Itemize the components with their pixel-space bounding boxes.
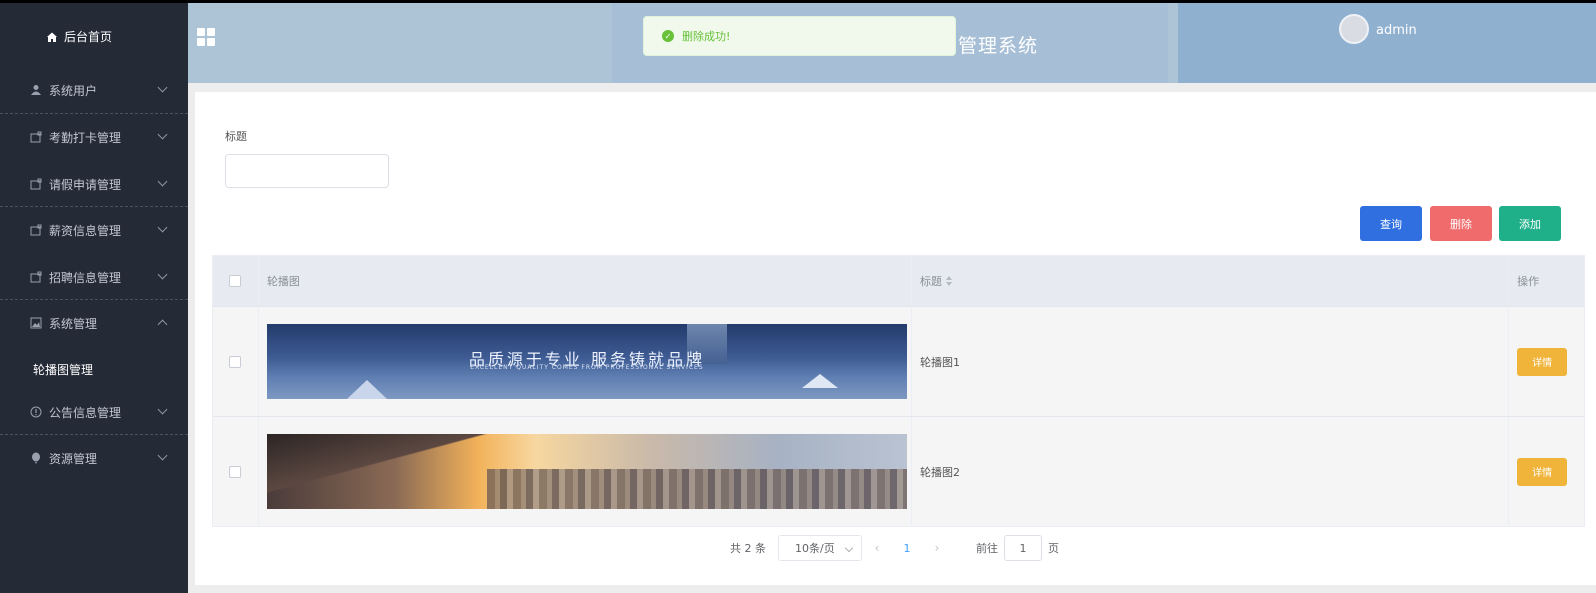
folder-icon — [29, 177, 43, 191]
sidebar-item-label: 考勤打卡管理 — [49, 130, 122, 145]
detail-button[interactable]: 详情 — [1517, 457, 1568, 486]
username[interactable]: admin — [1376, 23, 1417, 38]
sidebar: 后台首页 系统用户 考勤打卡管理 请假申请管理 薪资信息管理 招聘信息管理 系统… — [0, 3, 188, 593]
row-checkbox[interactable] — [229, 465, 242, 478]
sidebar-item-salary[interactable]: 薪资信息管理 — [0, 207, 188, 253]
next-page-icon[interactable]: › — [922, 541, 952, 555]
header-right — [1178, 3, 1596, 83]
row-action-cell: 详情 — [1509, 307, 1584, 416]
success-toast: ✓ 删除成功! — [643, 16, 956, 56]
sidebar-item-notice[interactable]: 公告信息管理 — [0, 389, 188, 435]
sidebar-item-label: 系统用户 — [49, 83, 98, 98]
banner-subtitle: EXCELLENT QUALITY COMES FROM PROFESSIONA… — [470, 364, 704, 371]
row-title: 轮播图1 — [912, 307, 1510, 416]
banner-image: 品质源于专业 服务铸就品牌 EXCELLENT QUALITY COMES FR… — [266, 324, 907, 399]
pagination: 共 2 条 10条/页 ‹ 1 › 前往 1 页 — [730, 534, 1059, 562]
folder-icon — [29, 270, 43, 284]
sidebar-item-attendance[interactable]: 考勤打卡管理 — [0, 114, 188, 160]
menu-toggle-icon[interactable] — [197, 28, 215, 46]
image-icon — [29, 316, 43, 330]
info-icon — [29, 405, 43, 419]
sidebar-item-system-manage[interactable]: 系统管理 — [0, 300, 188, 346]
check-circle-icon: ✓ — [662, 30, 674, 42]
folder-icon — [29, 223, 43, 237]
title-filter-label: 标题 — [225, 130, 247, 143]
chevron-down-icon — [157, 450, 168, 461]
chevron-down-icon — [157, 82, 168, 93]
sidebar-item-recruit[interactable]: 招聘信息管理 — [0, 254, 188, 300]
banner-decoration — [486, 469, 907, 509]
select-all-checkbox[interactable] — [229, 275, 242, 287]
header-checkbox-cell — [213, 256, 259, 306]
banner-decoration — [346, 380, 387, 399]
banner-cell: 品质源于专业 服务铸就品牌 EXCELLENT QUALITY COMES FR… — [259, 307, 912, 416]
sidebar-item-system-user[interactable]: 系统用户 — [0, 67, 188, 113]
sidebar-item-label: 薪资信息管理 — [49, 223, 122, 238]
sidebar-home[interactable]: 后台首页 — [46, 28, 112, 45]
table-row: 品质源于专业 服务铸就品牌 EXCELLENT QUALITY COMES FR… — [213, 306, 1584, 416]
pagination-total: 共 2 条 — [730, 542, 766, 555]
row-checkbox-cell — [213, 307, 259, 416]
banner-decoration — [801, 374, 838, 388]
header-banner-col: 轮播图 — [259, 256, 912, 306]
chevron-down-icon — [157, 129, 168, 140]
banner-cell — [259, 417, 912, 526]
title-filter-input[interactable] — [225, 154, 389, 188]
row-checkbox[interactable] — [229, 355, 242, 368]
sidebar-item-label: 请假申请管理 — [49, 177, 122, 192]
sidebar-item-label: 系统管理 — [49, 316, 98, 331]
sidebar-item-label: 公告信息管理 — [49, 405, 122, 420]
sort-icon[interactable] — [945, 276, 952, 286]
sidebar-item-resource[interactable]: 资源管理 — [0, 435, 188, 481]
chevron-down-icon — [157, 404, 168, 415]
table-row: 轮播图2 详情 — [213, 416, 1584, 526]
page-number[interactable]: 1 — [892, 542, 922, 555]
sidebar-subitem-banner[interactable]: 轮播图管理 — [33, 361, 93, 378]
app-root: 后台首页 系统用户 考勤打卡管理 请假申请管理 薪资信息管理 招聘信息管理 系统… — [0, 0, 1596, 593]
home-icon — [47, 32, 57, 42]
toast-message: 删除成功! — [682, 30, 731, 43]
folder-icon — [29, 130, 43, 144]
page-size-select[interactable]: 10条/页 — [778, 535, 862, 561]
sidebar-home-label: 后台首页 — [64, 30, 113, 44]
system-title: 管理系统 — [958, 35, 1039, 57]
prev-page-icon[interactable]: ‹ — [862, 541, 892, 555]
row-checkbox-cell — [213, 417, 259, 526]
add-button[interactable]: 添加 — [1499, 206, 1561, 241]
avatar[interactable] — [1339, 14, 1369, 44]
chevron-down-icon — [157, 222, 168, 233]
goto-suffix: 页 — [1048, 542, 1059, 555]
sidebar-item-leave[interactable]: 请假申请管理 — [0, 161, 188, 207]
goto-page-input[interactable]: 1 — [1004, 535, 1042, 561]
header-title-label: 标题 — [919, 275, 942, 288]
delete-button[interactable]: 删除 — [1430, 206, 1492, 241]
query-button[interactable]: 查询 — [1360, 206, 1422, 241]
chevron-down-icon — [157, 176, 168, 187]
banner-table: 轮播图 标题 操作 品质源于专业 服务铸就品牌 EXCELLENT QUALIT… — [212, 255, 1585, 527]
chevron-up-icon — [157, 319, 168, 330]
chevron-down-icon — [157, 269, 168, 280]
goto-prefix: 前往 — [976, 542, 998, 555]
header-action-col: 操作 — [1517, 275, 1540, 288]
sidebar-item-label: 资源管理 — [49, 451, 98, 466]
sidebar-item-label: 招聘信息管理 — [49, 270, 122, 285]
header-title-col[interactable]: 标题 — [912, 256, 1510, 306]
banner-image — [266, 434, 907, 509]
balloon-icon — [29, 451, 43, 465]
user-icon — [29, 83, 43, 97]
row-action-cell: 详情 — [1509, 417, 1584, 526]
detail-button[interactable]: 详情 — [1517, 347, 1568, 376]
row-title: 轮播图2 — [912, 417, 1510, 526]
table-header: 轮播图 标题 操作 — [213, 256, 1584, 306]
